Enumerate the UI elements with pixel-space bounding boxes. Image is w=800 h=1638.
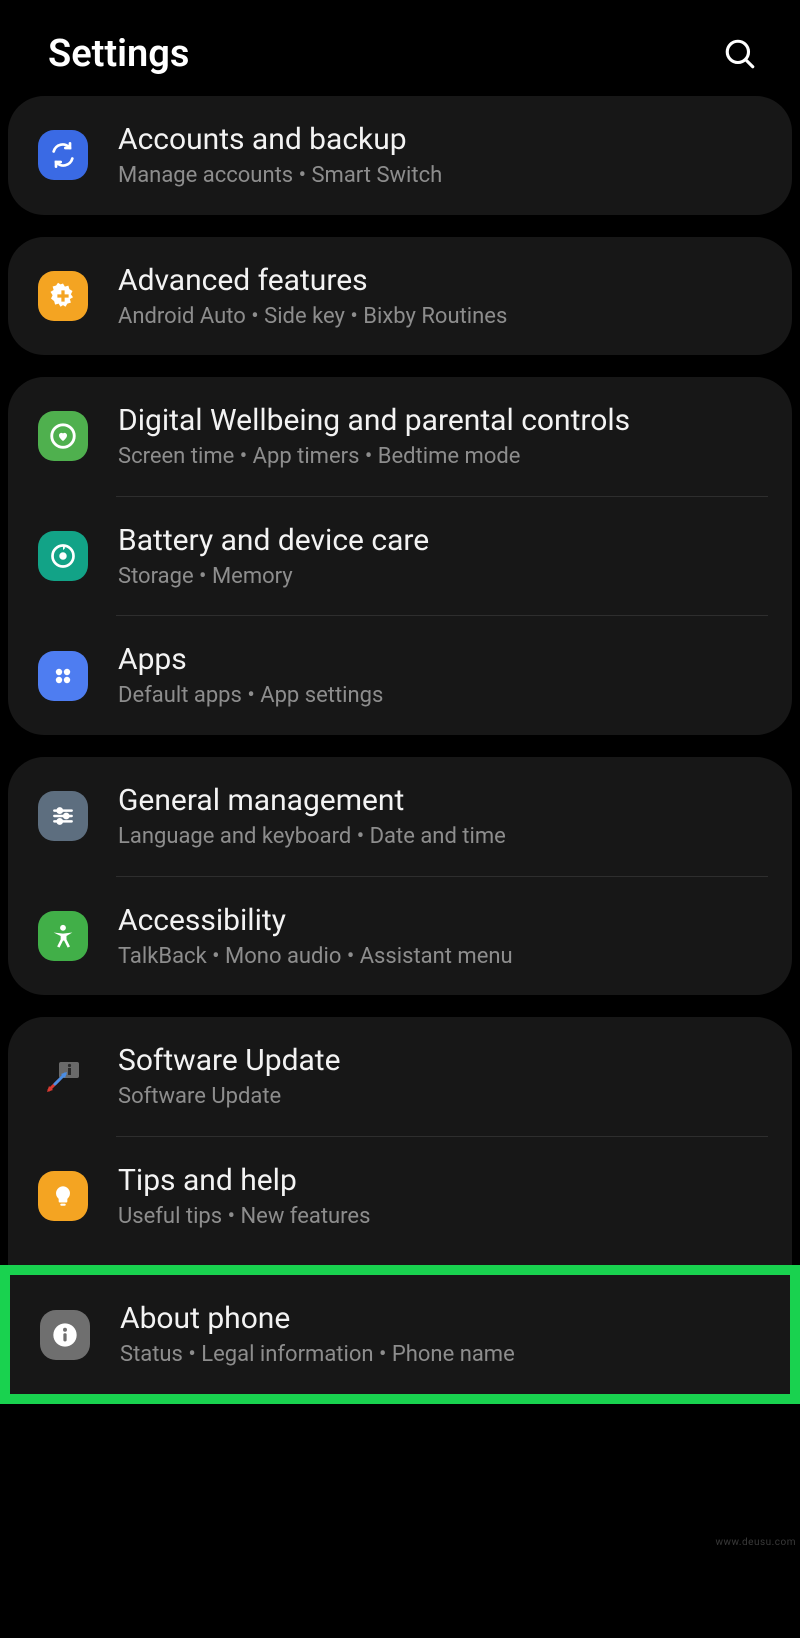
person-icon [38, 911, 88, 961]
item-subtitle: Status • Legal information • Phone name [120, 1341, 766, 1370]
item-title: Advanced features [118, 261, 768, 300]
gear-plus-icon [38, 271, 88, 321]
item-text: Software Update Software Update [118, 1041, 768, 1112]
heart-circle-icon [38, 411, 88, 461]
item-title: Apps [118, 640, 768, 679]
highlighted-item-wrapper: About phone Status • Legal information •… [0, 1265, 800, 1404]
item-subtitle: Software Update [118, 1083, 768, 1112]
item-subtitle: Screen time • App timers • Bedtime mode [118, 443, 768, 472]
settings-group: Digital Wellbeing and parental controls … [8, 377, 792, 735]
settings-item-accessibility[interactable]: Accessibility TalkBack • Mono audio • As… [8, 877, 792, 996]
settings-item-apps[interactable]: Apps Default apps • App settings [8, 616, 792, 735]
info-icon [40, 1310, 90, 1360]
settings-item-about-phone[interactable]: About phone Status • Legal information •… [10, 1275, 790, 1394]
item-text: Battery and device care Storage • Memory [118, 521, 768, 592]
bulb-icon [38, 1171, 88, 1221]
search-icon [723, 37, 757, 71]
item-subtitle: Default apps • App settings [118, 682, 768, 711]
refresh-circle-icon [38, 531, 88, 581]
settings-item-general-management[interactable]: General management Language and keyboard… [8, 757, 792, 876]
item-subtitle: Useful tips • New features [118, 1203, 768, 1232]
settings-item-tips-help[interactable]: Tips and help Useful tips • New features [8, 1137, 792, 1256]
item-subtitle: Android Auto • Side key • Bixby Routines [118, 303, 768, 332]
item-text: Digital Wellbeing and parental controls … [118, 401, 768, 472]
item-subtitle: Manage accounts • Smart Switch [118, 162, 768, 191]
sliders-icon [38, 791, 88, 841]
page-title: Settings [48, 32, 189, 76]
dots-four-icon [38, 651, 88, 701]
update-arrows-icon [38, 1051, 88, 1101]
item-title: Tips and help [118, 1161, 768, 1200]
item-text: Tips and help Useful tips • New features [118, 1161, 768, 1232]
header: Settings [0, 0, 800, 96]
settings-group: Advanced features Android Auto • Side ke… [8, 237, 792, 356]
item-text: Accessibility TalkBack • Mono audio • As… [118, 901, 768, 972]
item-subtitle: Language and keyboard • Date and time [118, 823, 768, 852]
settings-item-software-update[interactable]: Software Update Software Update [8, 1017, 792, 1136]
item-subtitle: Storage • Memory [118, 563, 768, 592]
settings-item-advanced-features[interactable]: Advanced features Android Auto • Side ke… [8, 237, 792, 356]
item-text: Advanced features Android Auto • Side ke… [118, 261, 768, 332]
settings-group: Software Update Software Update Tips and… [8, 1017, 792, 1265]
item-title: About phone [120, 1299, 766, 1338]
settings-group: Accounts and backup Manage accounts • Sm… [8, 96, 792, 215]
item-text: Accounts and backup Manage accounts • Sm… [118, 120, 768, 191]
item-title: General management [118, 781, 768, 820]
item-title: Accounts and backup [118, 120, 768, 159]
item-title: Battery and device care [118, 521, 768, 560]
item-text: About phone Status • Legal information •… [120, 1299, 766, 1370]
search-button[interactable] [720, 34, 760, 74]
settings-list: Accounts and backup Manage accounts • Sm… [0, 96, 800, 1404]
item-subtitle: TalkBack • Mono audio • Assistant menu [118, 943, 768, 972]
item-text: Apps Default apps • App settings [118, 640, 768, 711]
settings-item-digital-wellbeing[interactable]: Digital Wellbeing and parental controls … [8, 377, 792, 496]
item-title: Accessibility [118, 901, 768, 940]
settings-item-accounts-backup[interactable]: Accounts and backup Manage accounts • Sm… [8, 96, 792, 215]
sync-icon [38, 130, 88, 180]
item-text: General management Language and keyboard… [118, 781, 768, 852]
settings-item-battery-device-care[interactable]: Battery and device care Storage • Memory [8, 497, 792, 616]
item-title: Digital Wellbeing and parental controls [118, 401, 768, 440]
watermark: www.deusu.com [715, 1537, 796, 1548]
settings-group: General management Language and keyboard… [8, 757, 792, 995]
item-title: Software Update [118, 1041, 768, 1080]
